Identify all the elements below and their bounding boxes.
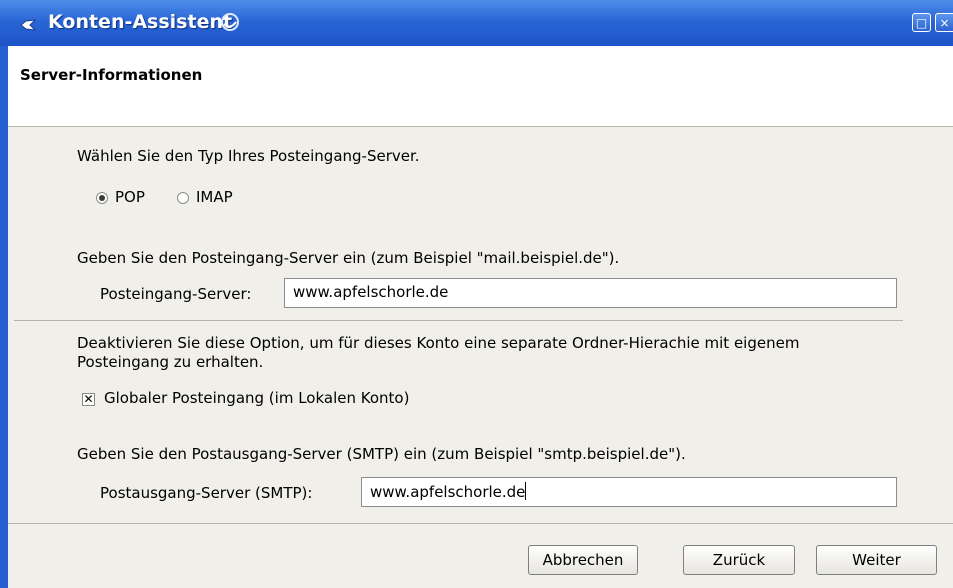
global-inbox-checkbox-box[interactable]: ✕: [82, 393, 95, 406]
global-inbox-description-2: Posteingang zu erhalten.: [77, 353, 264, 371]
swirl-icon: [221, 13, 239, 31]
next-button[interactable]: Weiter: [816, 545, 937, 575]
incoming-server-input[interactable]: www.apfelschorle.de: [284, 278, 897, 308]
radio-imap-label[interactable]: IMAP: [196, 188, 233, 206]
cancel-button[interactable]: Abbrechen: [528, 545, 638, 575]
close-button[interactable]: ×: [935, 13, 953, 32]
incoming-server-value: www.apfelschorle.de: [293, 283, 449, 301]
radio-pop-label[interactable]: POP: [115, 188, 145, 206]
global-inbox-description-1: Deaktivieren Sie diese Option, um für di…: [77, 334, 800, 352]
text-caret: [525, 482, 527, 500]
radio-pop-indicator[interactable]: [96, 192, 108, 204]
close-icon: ×: [939, 16, 950, 30]
separator-1: [14, 320, 903, 321]
back-button[interactable]: Zurück: [683, 545, 795, 575]
global-inbox-checkbox-label[interactable]: Globaler Posteingang (im Lokalen Konto): [104, 389, 409, 407]
page-title: Server-Informationen: [20, 66, 203, 84]
outgoing-server-value: www.apfelschorle.de: [370, 483, 526, 501]
window-left-border: [0, 46, 8, 588]
app-icon: [20, 19, 36, 31]
wizard-window: Konten-Assistent □ × Server-Informatione…: [0, 0, 953, 588]
maximize-icon: □: [915, 16, 928, 30]
maximize-button[interactable]: □: [912, 13, 931, 32]
title-bar[interactable]: Konten-Assistent □ ×: [0, 0, 953, 46]
incoming-type-prompt: Wählen Sie den Typ Ihres Posteingang-Ser…: [77, 147, 420, 165]
radio-imap-indicator[interactable]: [177, 192, 189, 204]
outgoing-server-label: Postausgang-Server (SMTP):: [100, 484, 313, 502]
incoming-server-instruction: Geben Sie den Posteingang-Server ein (zu…: [77, 249, 620, 267]
separator-2: [8, 523, 953, 524]
window-title: Konten-Assistent: [48, 11, 233, 33]
outgoing-server-input[interactable]: www.apfelschorle.de: [361, 477, 897, 507]
wizard-header: Server-Informationen: [8, 46, 953, 127]
wizard-content: Wählen Sie den Typ Ihres Posteingang-Ser…: [8, 127, 953, 588]
incoming-server-label: Posteingang-Server:: [100, 285, 252, 303]
outgoing-server-instruction: Geben Sie den Postausgang-Server (SMTP) …: [77, 445, 686, 463]
